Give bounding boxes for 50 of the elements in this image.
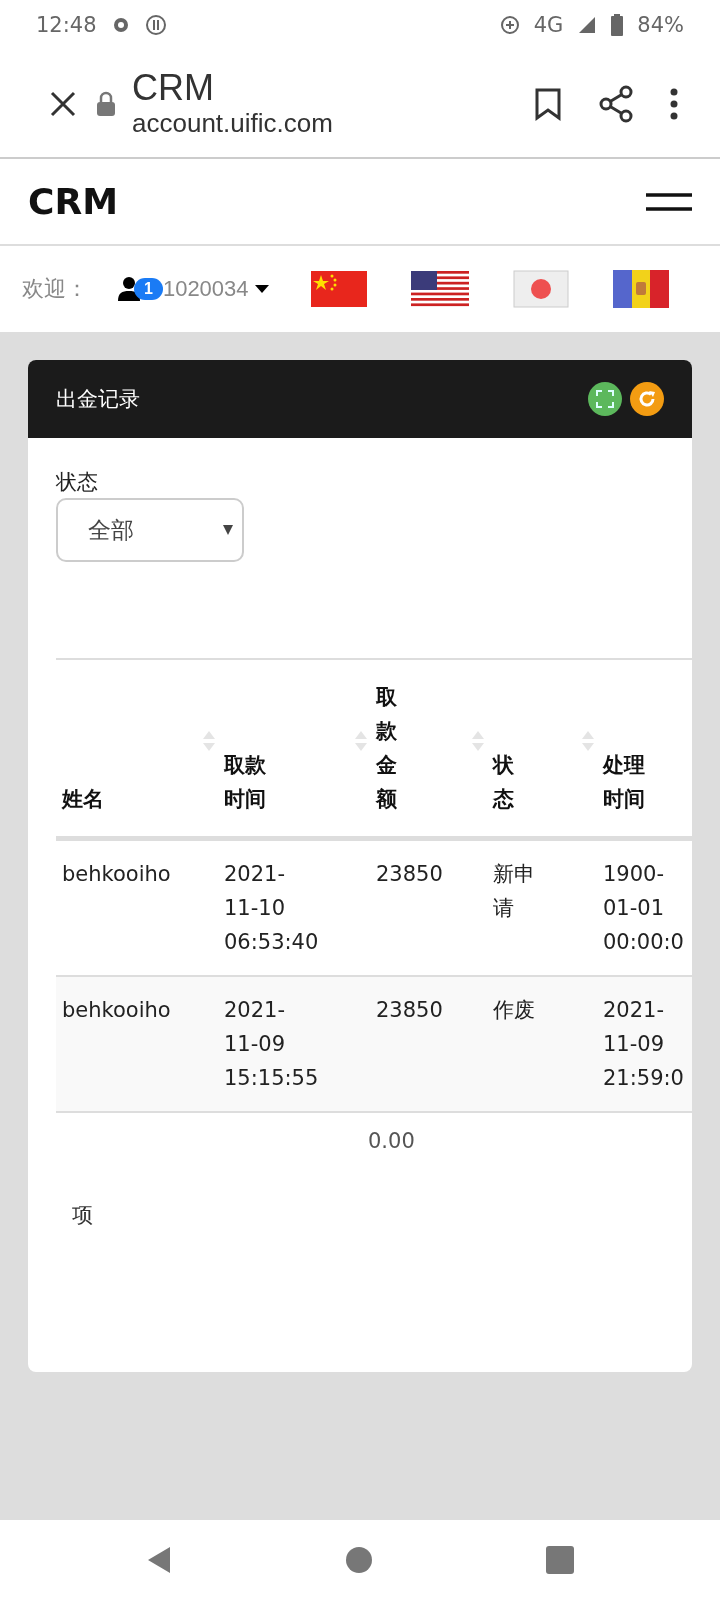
table-cell-text: 2021- 11-09 21:59:0 bbox=[603, 997, 684, 1092]
table-cell-text: 作废 bbox=[493, 997, 535, 1024]
recents-button[interactable] bbox=[545, 1546, 574, 1574]
page-title: CRM bbox=[132, 68, 215, 108]
language-button[interactable] bbox=[410, 271, 469, 307]
table-cell-text: 1900- 01-01 00:00:0 bbox=[603, 861, 684, 956]
menu-button[interactable] bbox=[646, 191, 692, 212]
home-button[interactable] bbox=[345, 1546, 373, 1574]
status-filter-label: 状态 bbox=[56, 469, 99, 496]
user-icon bbox=[118, 277, 140, 301]
fullscreen-button[interactable] bbox=[588, 382, 622, 416]
table-cell-text: 23850 bbox=[376, 861, 443, 888]
panel-title: 出金记录 bbox=[56, 386, 141, 413]
sort-icon bbox=[354, 730, 368, 752]
usa-flag-icon bbox=[410, 271, 469, 307]
caret-icon bbox=[222, 524, 234, 536]
item-count-label: 项 bbox=[72, 1202, 94, 1229]
china-flag-icon bbox=[310, 271, 367, 307]
status-select[interactable]: 全部 bbox=[56, 498, 244, 562]
table-cell-text: 23850 bbox=[376, 997, 443, 1024]
more-menu-button[interactable] bbox=[670, 87, 678, 120]
total-amount: 0.00 bbox=[368, 1129, 416, 1153]
sort-icon bbox=[581, 730, 595, 752]
table-cell-text: behkooiho bbox=[62, 861, 171, 888]
lock-icon bbox=[96, 90, 116, 117]
refresh-icon bbox=[637, 389, 657, 409]
notification-badge: 1 bbox=[134, 278, 163, 300]
brand-name: CRM bbox=[28, 181, 118, 222]
battery-icon bbox=[611, 14, 624, 36]
refresh-button[interactable] bbox=[630, 382, 664, 416]
page-url: account.uific.com bbox=[132, 108, 333, 139]
network-type: 4G bbox=[533, 13, 564, 37]
bookmark-button[interactable] bbox=[534, 86, 562, 121]
table-cell-text: 2021- 11-10 06:53:40 bbox=[224, 861, 319, 956]
user-menu-button[interactable]: 1 1020034 bbox=[118, 276, 269, 302]
japan-flag-icon bbox=[512, 270, 569, 308]
fullscreen-icon bbox=[596, 390, 614, 408]
back-button[interactable] bbox=[146, 1546, 173, 1574]
share-button[interactable] bbox=[598, 84, 634, 123]
table-cell-text: 2021- 11-09 15:15:55 bbox=[224, 997, 319, 1092]
sort-icon bbox=[202, 730, 216, 752]
caret-icon bbox=[254, 285, 269, 293]
andorra-flag-icon bbox=[612, 270, 669, 308]
sort-icon bbox=[471, 730, 485, 752]
table-cell-text: 新申请 bbox=[493, 861, 535, 922]
table-cell-text: behkooiho bbox=[62, 997, 171, 1024]
welcome-label: 欢迎： bbox=[22, 275, 89, 303]
signal-icon bbox=[577, 15, 598, 35]
clock-time: 12:48 bbox=[36, 13, 97, 37]
battery-percent: 84% bbox=[637, 13, 684, 37]
